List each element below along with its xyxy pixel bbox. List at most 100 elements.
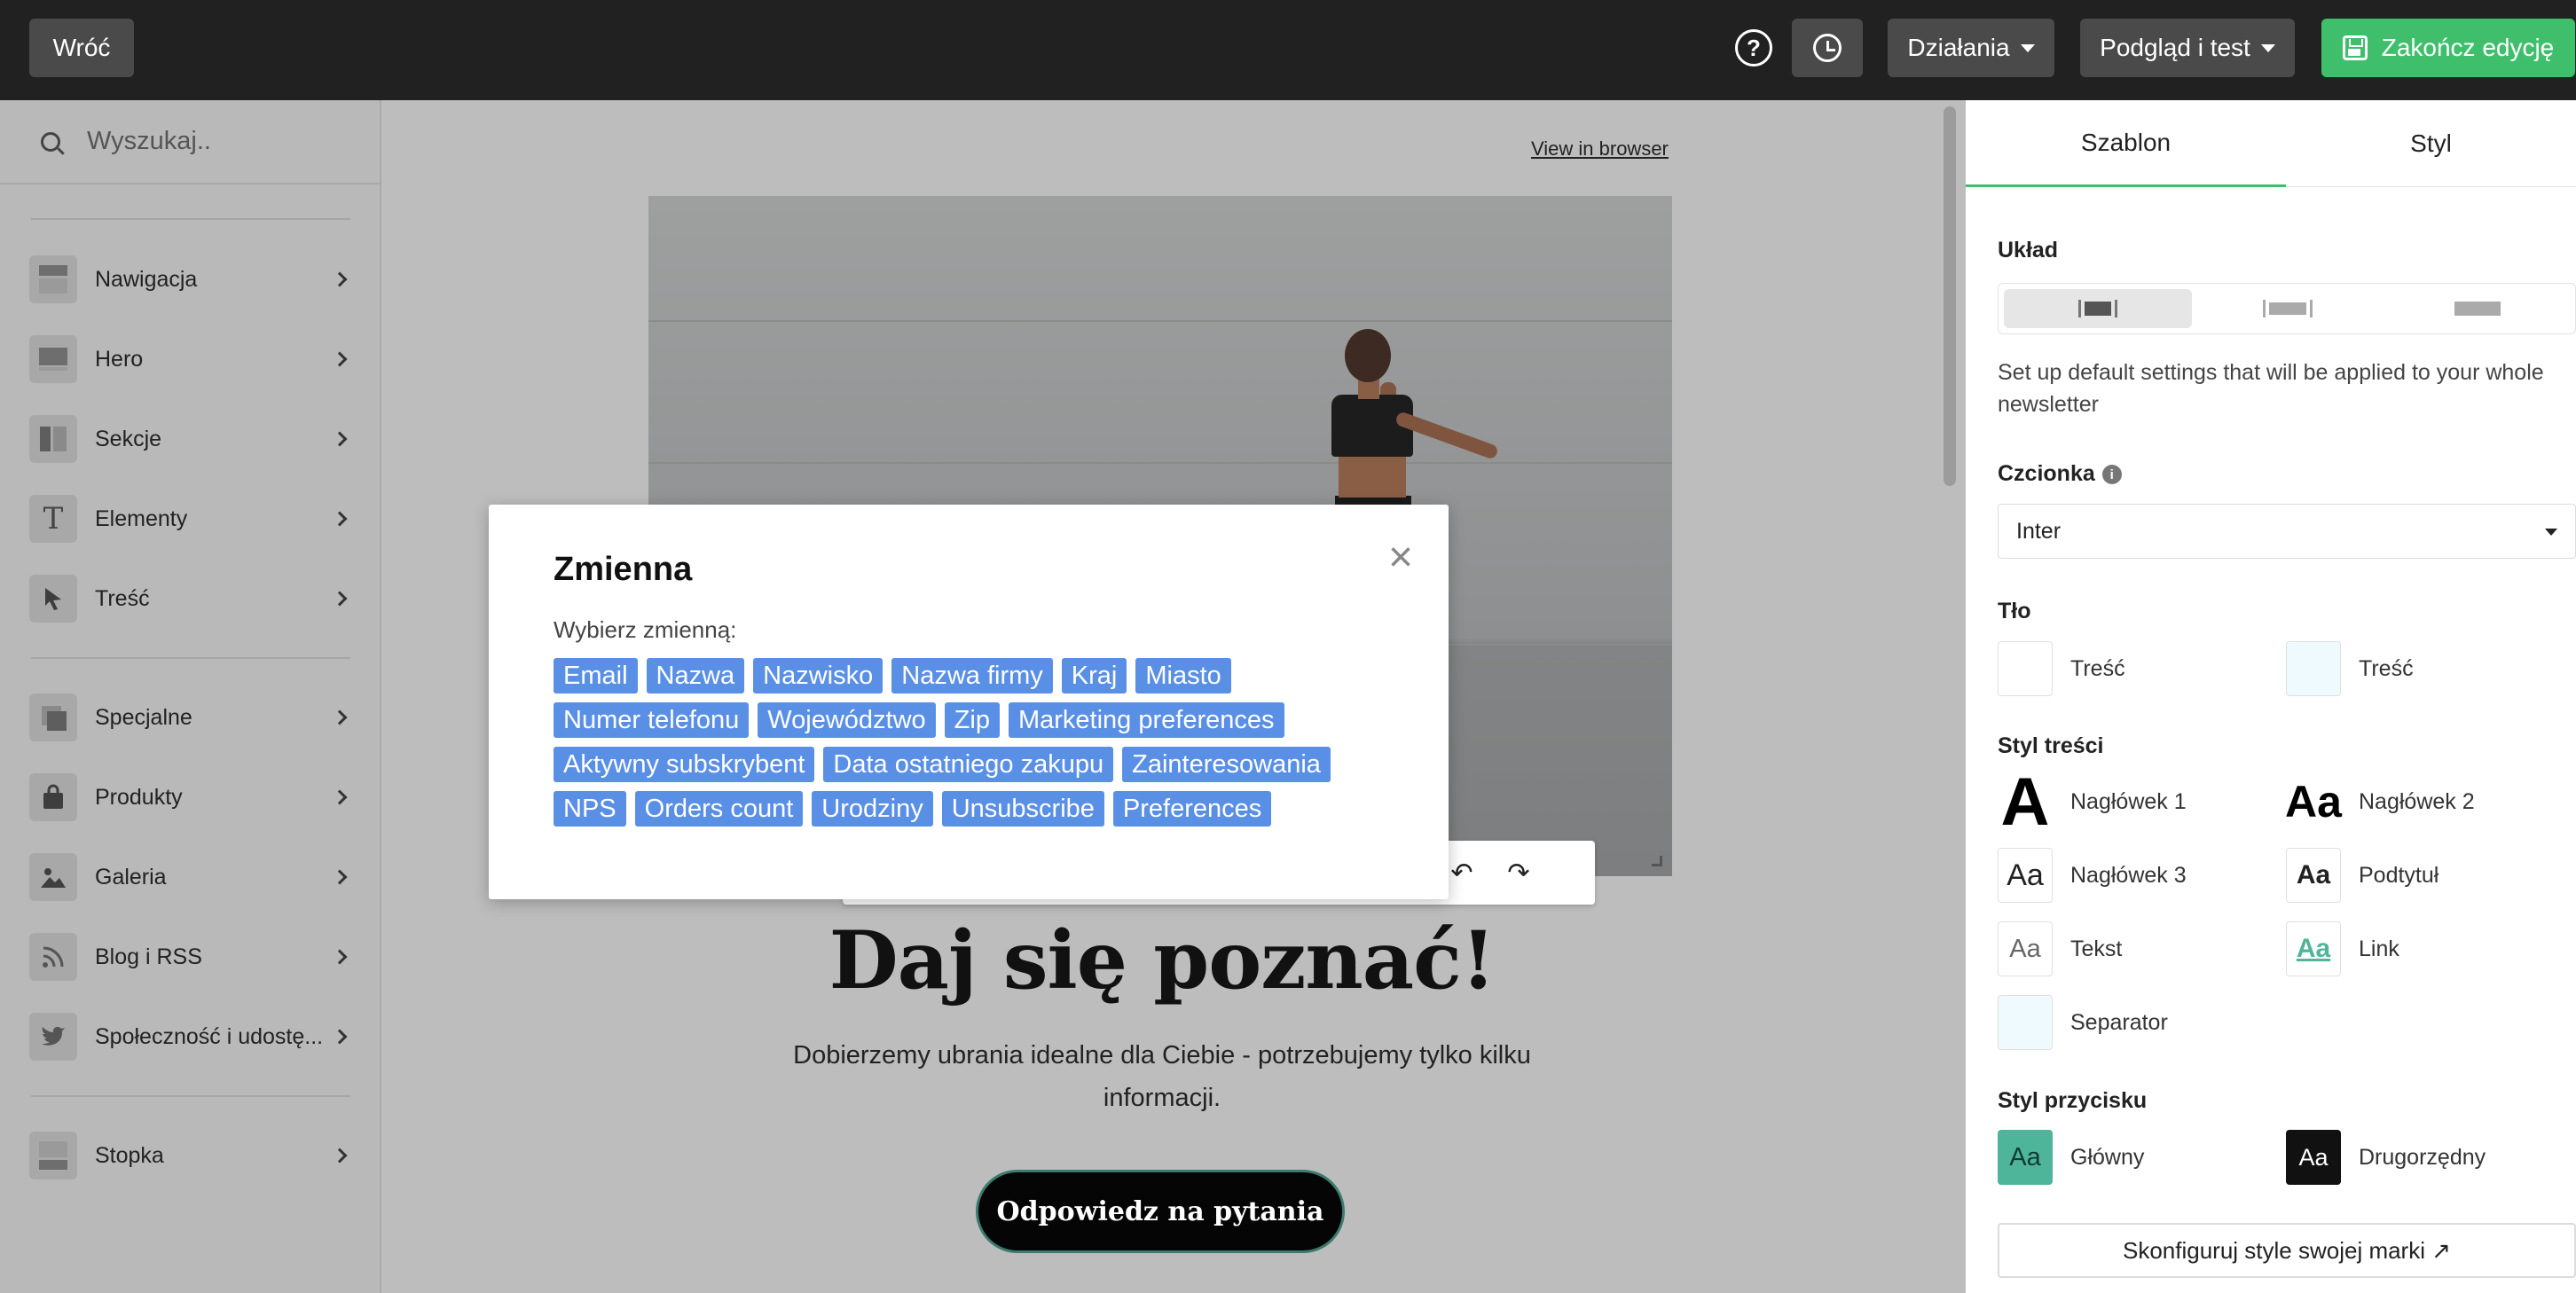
view-in-browser-link[interactable]: View in browser bbox=[1531, 137, 1669, 161]
chevron-right-icon bbox=[332, 869, 348, 885]
color-swatch[interactable] bbox=[2286, 641, 2341, 696]
divider bbox=[31, 218, 350, 220]
history-icon bbox=[1813, 34, 1842, 62]
sidebar-item-elements[interactable]: T Elementy bbox=[29, 492, 357, 545]
variable-tag[interactable]: Zip bbox=[944, 702, 1000, 738]
separator-sample bbox=[1998, 995, 2053, 1050]
style-label: Główny bbox=[2070, 1144, 2145, 1170]
redo-icon[interactable]: ↷ bbox=[1492, 841, 1545, 905]
back-button[interactable]: Wróć bbox=[29, 19, 134, 77]
variable-tag[interactable]: Aktywny subskrybent bbox=[554, 747, 815, 782]
sidebar-item-special[interactable]: Specjalne bbox=[29, 691, 357, 744]
font-select[interactable]: Inter bbox=[1998, 504, 2576, 559]
history-button[interactable] bbox=[1792, 19, 1863, 77]
sidebar-item-hero[interactable]: Hero bbox=[29, 333, 357, 386]
style-separator[interactable]: Separator bbox=[1998, 995, 2168, 1050]
primary-button-sample: Aa bbox=[1998, 1130, 2053, 1185]
sidebar-item-sections[interactable]: Sekcje bbox=[29, 412, 357, 466]
finish-edit-button[interactable]: Zakończ edycję bbox=[2321, 19, 2575, 77]
resize-handle[interactable] bbox=[1652, 856, 1662, 866]
email-headline[interactable]: Daj się poznać! bbox=[772, 913, 1552, 1007]
columns-icon bbox=[29, 415, 77, 463]
link-sample: Aa bbox=[2286, 921, 2341, 976]
variable-tag[interactable]: Numer telefonu bbox=[554, 702, 750, 738]
sidebar-item-products[interactable]: Produkty bbox=[29, 771, 357, 824]
divider bbox=[31, 1095, 350, 1097]
style-label: Podtytuł bbox=[2359, 862, 2439, 888]
button-style-secondary[interactable]: Aa Drugorzędny bbox=[2286, 1130, 2486, 1185]
info-icon[interactable]: i bbox=[2101, 465, 2122, 485]
variable-tag[interactable]: Nazwa firmy bbox=[891, 658, 1053, 694]
chevron-right-icon bbox=[332, 431, 348, 447]
variable-tag[interactable]: Województwo bbox=[758, 702, 936, 738]
cta-button[interactable]: Odpowiedz na pytania bbox=[976, 1170, 1345, 1253]
brand-styles-button[interactable]: Skonfiguruj style swojej marki ↗ bbox=[1998, 1223, 2576, 1278]
button-style-primary[interactable]: Aa Główny bbox=[1998, 1130, 2144, 1185]
email-subtext[interactable]: Dobierzemy ubrania idealne dla Ciebie - … bbox=[772, 1034, 1552, 1119]
layout-option-centered[interactable] bbox=[2004, 289, 2192, 328]
close-icon[interactable]: × bbox=[1381, 537, 1420, 579]
help-icon[interactable]: ? bbox=[1735, 29, 1772, 67]
background-content-color[interactable]: Treść bbox=[1998, 641, 2125, 696]
text-sample: Aa bbox=[1998, 921, 2053, 976]
modal-subtitle: Wybierz zmienną: bbox=[554, 616, 737, 643]
sidebar-item-social[interactable]: Społeczność i udostę... bbox=[29, 1010, 357, 1063]
style-label: Separator bbox=[2070, 1009, 2168, 1035]
variable-tag[interactable]: Preferences bbox=[1112, 791, 1272, 827]
style-label: Link bbox=[2359, 936, 2399, 961]
variable-tag[interactable]: Unsubscribe bbox=[941, 791, 1104, 827]
sidebar-item-gallery[interactable]: Galeria bbox=[29, 850, 357, 904]
style-link[interactable]: Aa Link bbox=[2286, 921, 2399, 976]
search-bar[interactable]: Wyszukaj.. bbox=[0, 100, 380, 184]
variable-tag[interactable]: NPS bbox=[554, 791, 626, 827]
variable-tag[interactable]: Data ostatniego zakupu bbox=[823, 747, 1114, 782]
sidebar-item-label: Nawigacja bbox=[95, 266, 198, 292]
style-heading-2[interactable]: Aa Nagłówek 2 bbox=[2285, 774, 2475, 829]
chevron-right-icon bbox=[332, 271, 348, 287]
color-swatch[interactable] bbox=[1998, 641, 2053, 696]
variable-tag[interactable]: Kraj bbox=[1061, 658, 1127, 694]
search-input[interactable]: Wyszukaj.. bbox=[87, 127, 211, 156]
variable-tag[interactable]: Urodziny bbox=[812, 791, 933, 827]
chevron-right-icon bbox=[332, 789, 348, 805]
variable-tag[interactable]: Nazwisko bbox=[753, 658, 884, 694]
style-subtitle[interactable]: Aa Podtytuł bbox=[2286, 848, 2439, 903]
font-select-value: Inter bbox=[2016, 518, 2062, 544]
sidebar-item-label: Stopka bbox=[95, 1142, 164, 1168]
sidebar-item-label: Sekcje bbox=[95, 426, 162, 451]
variable-tag[interactable]: Zainteresowania bbox=[1122, 747, 1331, 782]
background-body-color[interactable]: Treść bbox=[2286, 641, 2414, 696]
style-label: Nagłówek 1 bbox=[2070, 788, 2187, 814]
canvas-scrollbar[interactable] bbox=[1944, 106, 1956, 486]
layout-bottom-icon bbox=[29, 1132, 77, 1179]
layout-selector bbox=[1998, 283, 2576, 334]
variable-tag[interactable]: Nazwa bbox=[646, 658, 745, 694]
rss-icon bbox=[29, 933, 77, 981]
actions-dropdown[interactable]: Działania bbox=[1888, 19, 2054, 77]
layout-top-icon bbox=[29, 255, 77, 303]
layout-description: Set up default settings that will be app… bbox=[1998, 360, 2544, 417]
sidebar-item-footer[interactable]: Stopka bbox=[29, 1129, 357, 1182]
variable-tag[interactable]: Orders count bbox=[634, 791, 804, 827]
twitter-icon bbox=[29, 1013, 77, 1061]
sidebar-item-label: Galeria bbox=[95, 864, 167, 889]
settings-panel: Szablon Styl Układ Set up default settin… bbox=[1966, 100, 2576, 1293]
variable-tag[interactable]: Miasto bbox=[1135, 658, 1231, 694]
button-style-heading: Styl przycisku bbox=[1998, 1088, 2148, 1113]
preview-dropdown[interactable]: Podgląd i test bbox=[2080, 19, 2295, 77]
tab-style[interactable]: Styl bbox=[2286, 100, 2576, 187]
style-text[interactable]: Aa Tekst bbox=[1998, 921, 2122, 976]
sidebar-item-navigation[interactable]: Nawigacja bbox=[29, 253, 357, 306]
variable-tag[interactable]: Marketing preferences bbox=[1008, 702, 1284, 738]
style-label: Drugorzędny bbox=[2359, 1144, 2486, 1170]
variable-tag[interactable]: Email bbox=[554, 658, 638, 694]
layout-option-wide[interactable] bbox=[2194, 289, 2382, 328]
style-heading-3[interactable]: Aa Nagłówek 3 bbox=[1998, 848, 2187, 903]
style-heading-1[interactable]: A Nagłówek 1 bbox=[1998, 764, 2187, 840]
sidebar-item-blog-rss[interactable]: Blog i RSS bbox=[29, 930, 357, 983]
layout-option-full[interactable] bbox=[2384, 289, 2572, 328]
sidebar-item-content[interactable]: Treść bbox=[29, 572, 357, 625]
tab-template[interactable]: Szablon bbox=[1966, 100, 2286, 187]
subtitle-sample: Aa bbox=[2286, 848, 2341, 903]
tag-row: NPS Orders count Urodziny Unsubscribe Pr… bbox=[554, 791, 1405, 827]
